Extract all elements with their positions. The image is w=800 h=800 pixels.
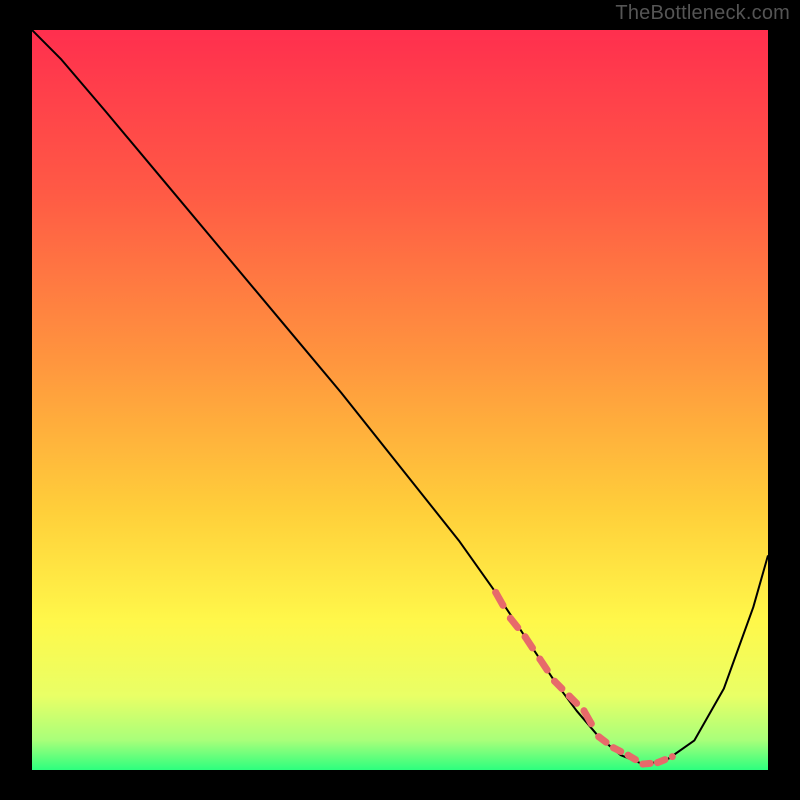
chart-svg [32,30,768,770]
optimal-zone-segment [643,763,650,764]
optimal-zone-segment [613,748,620,752]
gradient-rect [32,30,768,770]
chart-frame: TheBottleneck.com [0,0,800,800]
optimal-zone-dot [669,753,676,760]
optimal-zone-segment [658,760,665,763]
plot-area [32,30,768,770]
optimal-zone-segment [628,755,635,759]
watermark-text: TheBottleneck.com [615,2,790,25]
optimal-zone-segment [599,737,606,743]
